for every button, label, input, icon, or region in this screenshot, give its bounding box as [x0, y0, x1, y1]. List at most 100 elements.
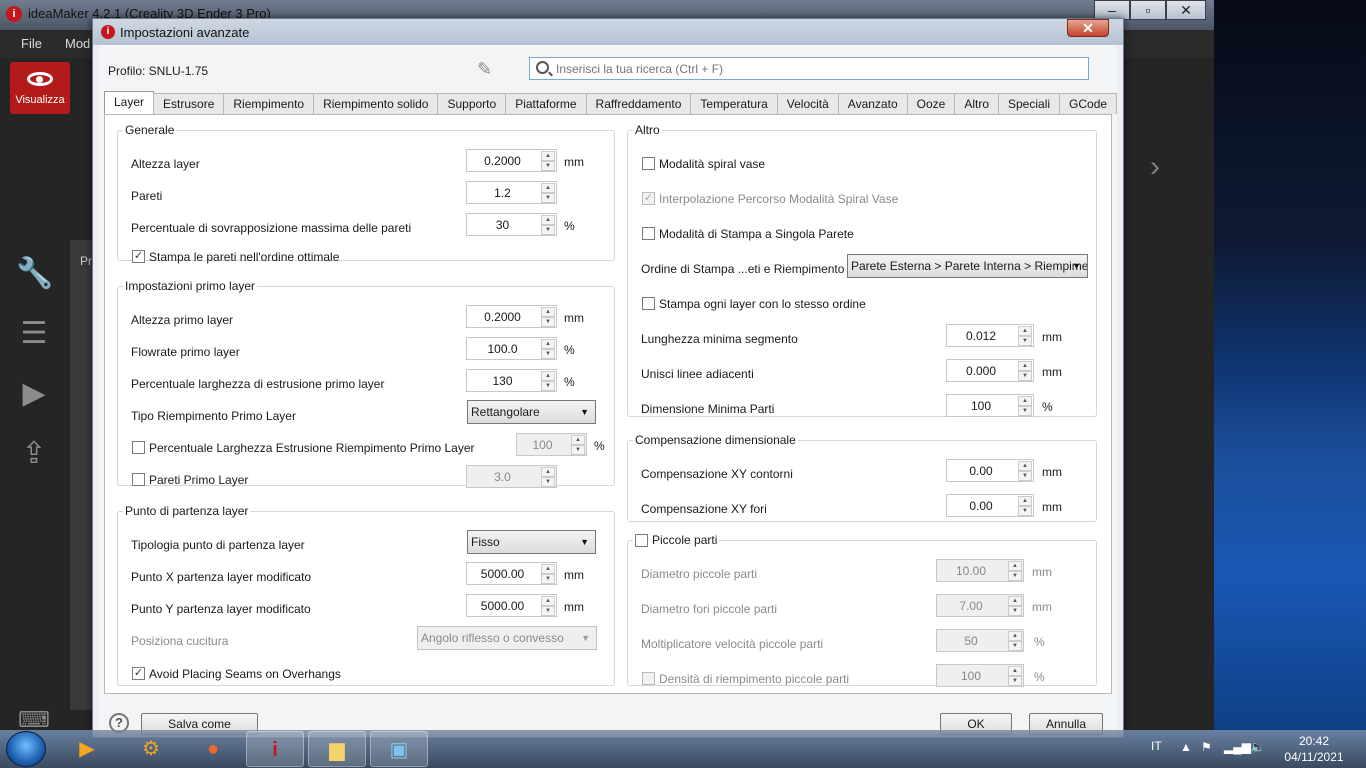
tab-temperatura[interactable]: Temperatura [690, 93, 778, 114]
clock[interactable]: 20:42 04/11/2021 [1276, 733, 1352, 765]
action-center-icon[interactable]: ⚑ [1201, 740, 1212, 754]
dialog-title: Impostazioni avanzate [120, 25, 250, 40]
tray-arrow-icon[interactable]: ▲ [1180, 740, 1192, 754]
fori-spinbox[interactable]: 0.00 ▲ ▼ [946, 494, 1034, 517]
tab-riempimento-solido[interactable]: Riempimento solido [313, 93, 439, 114]
ordine-ottimale-checkbox[interactable]: ✓ [132, 250, 145, 263]
larghezza-primo-unit: % [564, 375, 575, 389]
signal-icon[interactable]: ▂▄▆ [1224, 740, 1251, 754]
diametro-fori-unit: mm [1032, 600, 1052, 615]
unisci-spinbox[interactable]: 0.000 ▲ ▼ [946, 359, 1034, 382]
diametro-label: Diametro piccole parti [641, 567, 758, 582]
punto-x-spinbox[interactable]: 5000.00 ▲ ▼ [466, 562, 557, 585]
perc-riempimento-label: Percentuale Larghezza Estrusione Riempim… [149, 441, 475, 455]
ideamaker-taskbar-icon[interactable]: i [246, 731, 304, 767]
ideamaker-logo-icon: i [6, 6, 22, 22]
ordine-stampa-label: Ordine di Stampa ...eti e Riempimento [641, 262, 845, 276]
spiral-vase-checkbox[interactable] [642, 157, 655, 170]
sovrapposizione-spinbox[interactable]: 30 ▲ ▼ [466, 213, 557, 236]
media-player-icon[interactable]: ▶ [58, 731, 116, 767]
tab-avanzato[interactable]: Avanzato [837, 93, 908, 114]
cucitura-dropdown[interactable]: Angolo riflesso o convesso [417, 626, 597, 650]
wrench-icon[interactable]: 🔧 [16, 256, 53, 292]
densita-checkbox[interactable] [642, 672, 655, 686]
altezza-layer-spinbox[interactable]: 0.2000 ▲ ▼ [466, 149, 557, 172]
menu-file[interactable]: File [21, 36, 42, 51]
pareti-spinbox[interactable]: 1.2 ▲ ▼ [466, 181, 557, 204]
flowrate-spinbox[interactable]: 100.0 ▲ ▼ [466, 337, 557, 360]
pareti-primo-checkbox[interactable] [132, 473, 145, 486]
punto-y-spinbox[interactable]: 5000.00 ▲ ▼ [466, 594, 557, 617]
punto-y-unit: mm [564, 600, 584, 614]
volume-icon[interactable]: 🔈 [1250, 740, 1265, 754]
segmento-spinbox[interactable]: 0.012 ▲ ▼ [946, 324, 1034, 347]
spiral-vase-label: Modalità spiral vase [659, 157, 766, 171]
diametro-spinbox[interactable]: 10.00 ▲ ▼ [936, 559, 1024, 583]
tab-altro[interactable]: Altro [954, 93, 999, 114]
perc-riempimento-checkbox[interactable] [132, 441, 145, 454]
chevron-right-icon[interactable]: › [1150, 150, 1160, 184]
moltiplicatore-spinbox[interactable]: 50 ▲ ▼ [936, 629, 1024, 653]
contorni-spinbox[interactable]: 0.00 ▲ ▼ [946, 459, 1034, 482]
ordine-ottimale-label: Stampa le pareti nell'ordine ottimale [149, 250, 340, 264]
visualizza-button[interactable]: Visualizza [10, 62, 70, 114]
tab-riempimento[interactable]: Riempimento [223, 93, 315, 114]
perc-riempimento-spinbox[interactable]: 100 ▲ ▼ [516, 433, 587, 456]
piccole-parti-checkbox[interactable] [635, 534, 648, 548]
larghezza-primo-label: Percentuale larghezza di estrusione prim… [131, 377, 385, 391]
search-input[interactable] [556, 60, 1076, 78]
densita-spinbox[interactable]: 100 ▲ ▼ [936, 664, 1024, 688]
interpolazione-checkbox[interactable]: ✓ [642, 192, 655, 205]
tab-gcode[interactable]: GCode [1059, 93, 1118, 114]
diametro-fori-spinbox[interactable]: 7.00 ▲ ▼ [936, 594, 1024, 618]
play-icon[interactable]: ▶ [16, 376, 52, 412]
pareti-label: Pareti [131, 189, 163, 203]
tab-piattaforme[interactable]: Piattaforme [505, 93, 587, 114]
singola-parete-checkbox[interactable] [642, 227, 655, 240]
tab-estrusore[interactable]: Estrusore [153, 93, 225, 114]
altezza-primo-label: Altezza primo layer [131, 313, 234, 327]
tab-layer[interactable]: Layer [104, 91, 155, 114]
search-box[interactable] [529, 57, 1089, 80]
altezza-primo-spinbox[interactable]: 0.2000 ▲ ▼ [466, 305, 557, 328]
tab-raffreddamento[interactable]: Raffreddamento [585, 93, 692, 114]
file-explorer-icon[interactable]: ▆ [308, 731, 366, 767]
settings-app-icon[interactable]: ⚙ [122, 731, 180, 767]
tipo-riempimento-dropdown[interactable]: Rettangolare [467, 400, 596, 424]
minimize-button[interactable]: – [1094, 0, 1130, 20]
interpolazione-label: Interpolazione Percorso Modalità Spiral … [659, 192, 899, 206]
flowrate-unit: % [564, 343, 575, 357]
cucitura-label: Posiziona cucitura [131, 634, 229, 648]
menu-mod[interactable]: Mod [65, 36, 90, 51]
dimensione-spinbox[interactable]: 100 ▲ ▼ [946, 394, 1034, 417]
stesso-ordine-checkbox[interactable] [642, 297, 655, 310]
tab-ooze[interactable]: Ooze [906, 93, 956, 114]
tab-supporto[interactable]: Supporto [437, 93, 507, 114]
side-panel-label: Pr [80, 254, 92, 268]
dialog-close-button[interactable]: ✕ [1067, 19, 1109, 37]
ordine-stampa-dropdown[interactable]: Parete Esterna > Parete Interna > Riempi… [847, 254, 1088, 278]
seams-checkbox[interactable]: ✓ [132, 667, 145, 680]
punto-partenza-title: Punto di partenza layer [125, 504, 249, 518]
tab-speciali[interactable]: Speciali [998, 93, 1061, 114]
profile-label: Profilo: SNLU-1.75 [108, 64, 209, 78]
close-button[interactable]: ✕ [1166, 0, 1206, 20]
list-icon[interactable]: ☰ [16, 316, 52, 352]
upload-icon[interactable]: ⇪ [16, 436, 52, 472]
advanced-settings-dialog: i Impostazioni avanzate ✕ Profilo: SNLU-… [92, 18, 1124, 738]
moltiplicatore-label: Moltiplicatore velocità piccole parti [641, 637, 824, 652]
start-button[interactable] [6, 731, 46, 767]
firefox-icon[interactable]: ● [184, 731, 242, 767]
photo-viewer-icon[interactable]: ▣ [370, 731, 428, 767]
language-indicator[interactable]: IT [1151, 739, 1162, 753]
tipologia-dropdown[interactable]: Fisso [467, 530, 596, 554]
pencil-icon[interactable]: ✎ [477, 59, 492, 80]
larghezza-primo-spinbox[interactable]: 130 ▲ ▼ [466, 369, 557, 392]
primo-layer-title: Impostazioni primo layer [125, 279, 256, 293]
pareti-primo-spinbox[interactable]: 3.0 ▲ ▼ [466, 465, 557, 488]
contorni-label: Compensazione XY contorni [641, 467, 793, 481]
tab-velocita[interactable]: Velocità [776, 93, 839, 114]
maximize-button[interactable]: ▫ [1130, 0, 1166, 20]
search-icon [536, 61, 549, 74]
densita-unit: % [1034, 670, 1045, 685]
